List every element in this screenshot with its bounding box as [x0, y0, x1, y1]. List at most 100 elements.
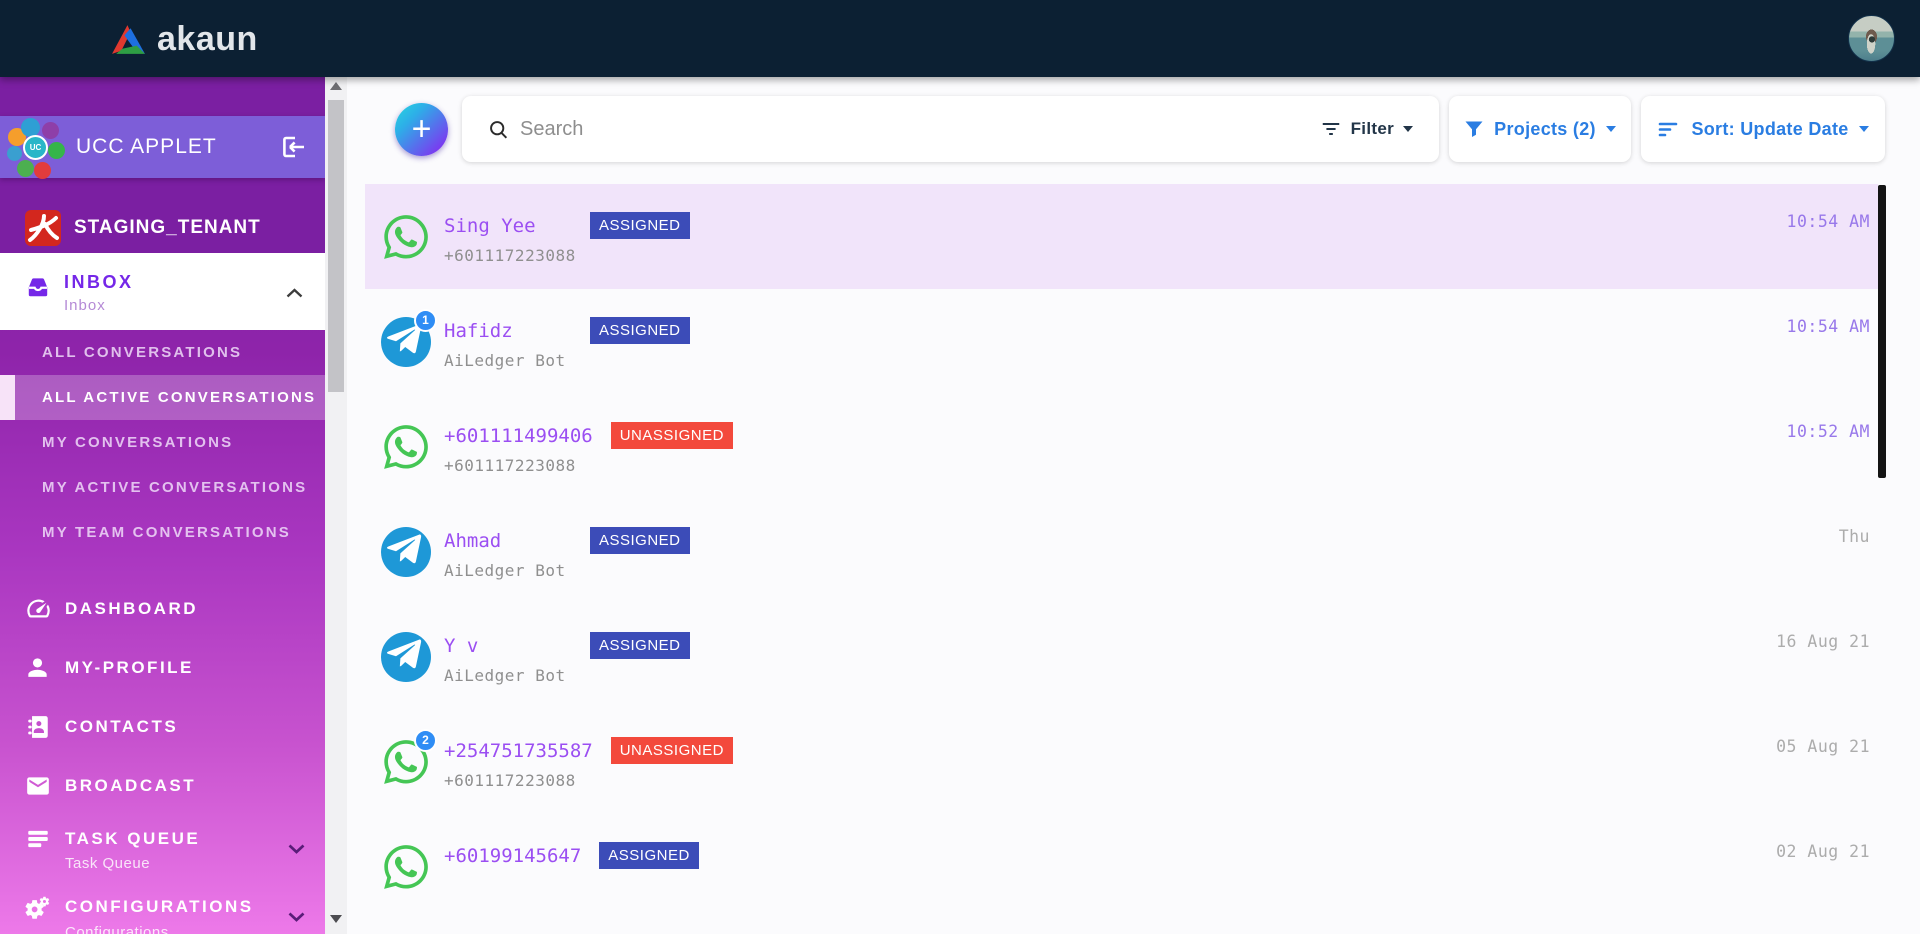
- projects-filter-button[interactable]: Projects (2): [1449, 96, 1631, 162]
- sidebar: UC UCC APPLET STAGING_TENANT INBOX Inbox…: [0, 77, 325, 934]
- akaun-triangle-logo-icon: [110, 23, 147, 56]
- sidebar-item-label: MY TEAM CONVERSATIONS: [42, 524, 291, 541]
- contact-name: Sing Yee: [444, 214, 536, 237]
- caret-down-icon: [1858, 126, 1869, 132]
- search-icon: [488, 119, 509, 140]
- scroll-up-arrow-icon[interactable]: [325, 82, 347, 96]
- whatsapp-icon: [381, 422, 431, 472]
- sidebar-item-sublabel: Task Queue: [65, 855, 151, 872]
- sidebar-scrollbar[interactable]: [325, 77, 347, 934]
- conversation-list-scrollbar[interactable]: [1878, 185, 1886, 478]
- conversation-row[interactable]: 1 Hafidz ASSIGNED AiLedger Bot 10:54 AM: [365, 289, 1878, 394]
- contact-name: Hafidz: [444, 319, 513, 342]
- contacts-icon: [25, 714, 52, 740]
- sidebar-item-inbox[interactable]: INBOX Inbox: [0, 253, 325, 330]
- conversation-subtitle: +601117223088: [444, 246, 576, 265]
- funnel-icon: [1464, 119, 1484, 139]
- conversation-panel: + Filter: [347, 77, 1920, 934]
- projects-label: Projects (2): [1494, 118, 1596, 139]
- conversation-time: Thu: [1838, 527, 1870, 546]
- dashboard-icon: [25, 595, 52, 622]
- new-conversation-button[interactable]: +: [395, 102, 448, 156]
- sidebar-item-label: MY-PROFILE: [65, 657, 194, 677]
- sidebar-item-my-conversations[interactable]: MY CONVERSATIONS: [0, 420, 325, 465]
- sidebar-item-my-active-conversations[interactable]: MY ACTIVE CONVERSATIONS: [0, 465, 325, 510]
- chevron-down-icon[interactable]: [288, 912, 305, 922]
- sidebar-item-contacts[interactable]: CONTACTS: [0, 697, 325, 756]
- conversation-row[interactable]: 2 +254751735587 UNASSIGNED +601117223088…: [365, 709, 1878, 814]
- sidebar-item-my-team-conversations[interactable]: MY TEAM CONVERSATIONS: [0, 510, 325, 555]
- sidebar-item-my-profile[interactable]: MY-PROFILE: [0, 638, 325, 697]
- applet-header[interactable]: UC UCC APPLET: [0, 116, 325, 179]
- inbox-icon: [25, 274, 51, 305]
- filter-button[interactable]: Filter: [1320, 119, 1413, 139]
- chevron-down-icon[interactable]: [288, 844, 305, 854]
- sidebar-item-label: DASHBOARD: [65, 598, 198, 618]
- profile-icon: [25, 655, 52, 680]
- conversation-subtitle: +601117223088: [444, 456, 576, 475]
- user-avatar[interactable]: [1848, 15, 1895, 62]
- sidebar-item-label: MY CONVERSATIONS: [42, 434, 234, 451]
- conversation-time: 05 Aug 21: [1776, 737, 1870, 756]
- conversation-row[interactable]: +601111499406 UNASSIGNED +601117223088 1…: [365, 394, 1878, 499]
- unread-count-badge: 1: [414, 309, 437, 332]
- conversation-row[interactable]: Sing Yee ASSIGNED +601117223088 10:54 AM: [365, 184, 1878, 289]
- exit-applet-icon[interactable]: [279, 134, 307, 160]
- sidebar-item-task-queue[interactable]: TASK QUEUE Task Queue: [0, 815, 325, 883]
- conversation-subtitle: +601117223088: [444, 771, 576, 790]
- sidebar-top-strip: [0, 77, 325, 116]
- tenant-logo-icon: [24, 209, 62, 247]
- sort-icon: [1657, 120, 1681, 138]
- status-badge: ASSIGNED: [599, 842, 699, 869]
- inbox-subtitle: Inbox: [64, 297, 106, 314]
- contact-name: +60199145647: [444, 844, 582, 867]
- scroll-down-arrow-icon[interactable]: [325, 915, 347, 929]
- configurations-icon: [25, 894, 52, 921]
- conversation-time: 10:52 AM: [1786, 422, 1870, 441]
- sidebar-item-configurations[interactable]: CONFIGURATIONS Configurations: [0, 883, 325, 934]
- search-bar[interactable]: Filter: [462, 96, 1439, 162]
- whatsapp-icon: [381, 842, 431, 892]
- conversation-time: 10:54 AM: [1786, 317, 1870, 336]
- scrollbar-thumb[interactable]: [328, 100, 344, 392]
- tenant-selector[interactable]: STAGING_TENANT: [0, 203, 325, 253]
- conversation-time: 16 Aug 21: [1776, 632, 1870, 651]
- conversation-subtitle: AiLedger Bot: [444, 561, 566, 580]
- telegram-icon: [381, 527, 431, 577]
- caret-down-icon: [1605, 126, 1616, 132]
- sidebar-item-dashboard[interactable]: DASHBOARD: [0, 579, 325, 638]
- filter-label: Filter: [1350, 119, 1394, 138]
- filter-list-icon: [1320, 120, 1342, 138]
- status-badge: ASSIGNED: [590, 527, 690, 554]
- sidebar-item-broadcast[interactable]: BROADCAST: [0, 756, 325, 815]
- sidebar-item-all-active-conversations[interactable]: ALL ACTIVE CONVERSATIONS: [0, 375, 325, 420]
- sidebar-strip: [0, 178, 325, 203]
- sidebar-item-label: CONTACTS: [65, 716, 179, 736]
- conversation-subtitle: AiLedger Bot: [444, 351, 566, 370]
- topbar: akaun: [0, 0, 1920, 77]
- caret-down-icon: [1403, 126, 1413, 132]
- conversation-row[interactable]: Y v ASSIGNED AiLedger Bot 16 Aug 21: [365, 604, 1878, 709]
- sort-button[interactable]: Sort: Update Date: [1641, 96, 1885, 162]
- sidebar-item-label: TASK QUEUE: [65, 829, 201, 848]
- chevron-up-icon[interactable]: [286, 285, 303, 303]
- sidebar-item-sublabel: Configurations: [65, 923, 169, 934]
- search-input[interactable]: [520, 117, 1320, 141]
- status-badge: UNASSIGNED: [610, 422, 733, 449]
- app-logo: akaun: [110, 20, 258, 59]
- status-badge: ASSIGNED: [590, 212, 690, 239]
- list-toolbar: + Filter: [395, 96, 1885, 162]
- contact-name: Ahmad: [444, 529, 502, 552]
- status-badge: ASSIGNED: [590, 317, 690, 344]
- tenant-name: STAGING_TENANT: [74, 217, 261, 238]
- conversation-row[interactable]: +60199145647 ASSIGNED 02 Aug 21: [365, 814, 1878, 919]
- sidebar-item-all-conversations[interactable]: ALL CONVERSATIONS: [0, 330, 325, 375]
- sidebar-item-label: BROADCAST: [65, 775, 197, 795]
- sort-label: Sort: Update Date: [1691, 118, 1849, 139]
- unread-count-badge: 2: [414, 729, 437, 752]
- conversation-time: 10:54 AM: [1786, 212, 1870, 231]
- contact-name: Y v: [444, 634, 479, 657]
- conversation-time: 02 Aug 21: [1776, 842, 1870, 861]
- applet-title: UCC APPLET: [76, 135, 217, 158]
- conversation-row[interactable]: Ahmad ASSIGNED AiLedger Bot Thu: [365, 499, 1878, 604]
